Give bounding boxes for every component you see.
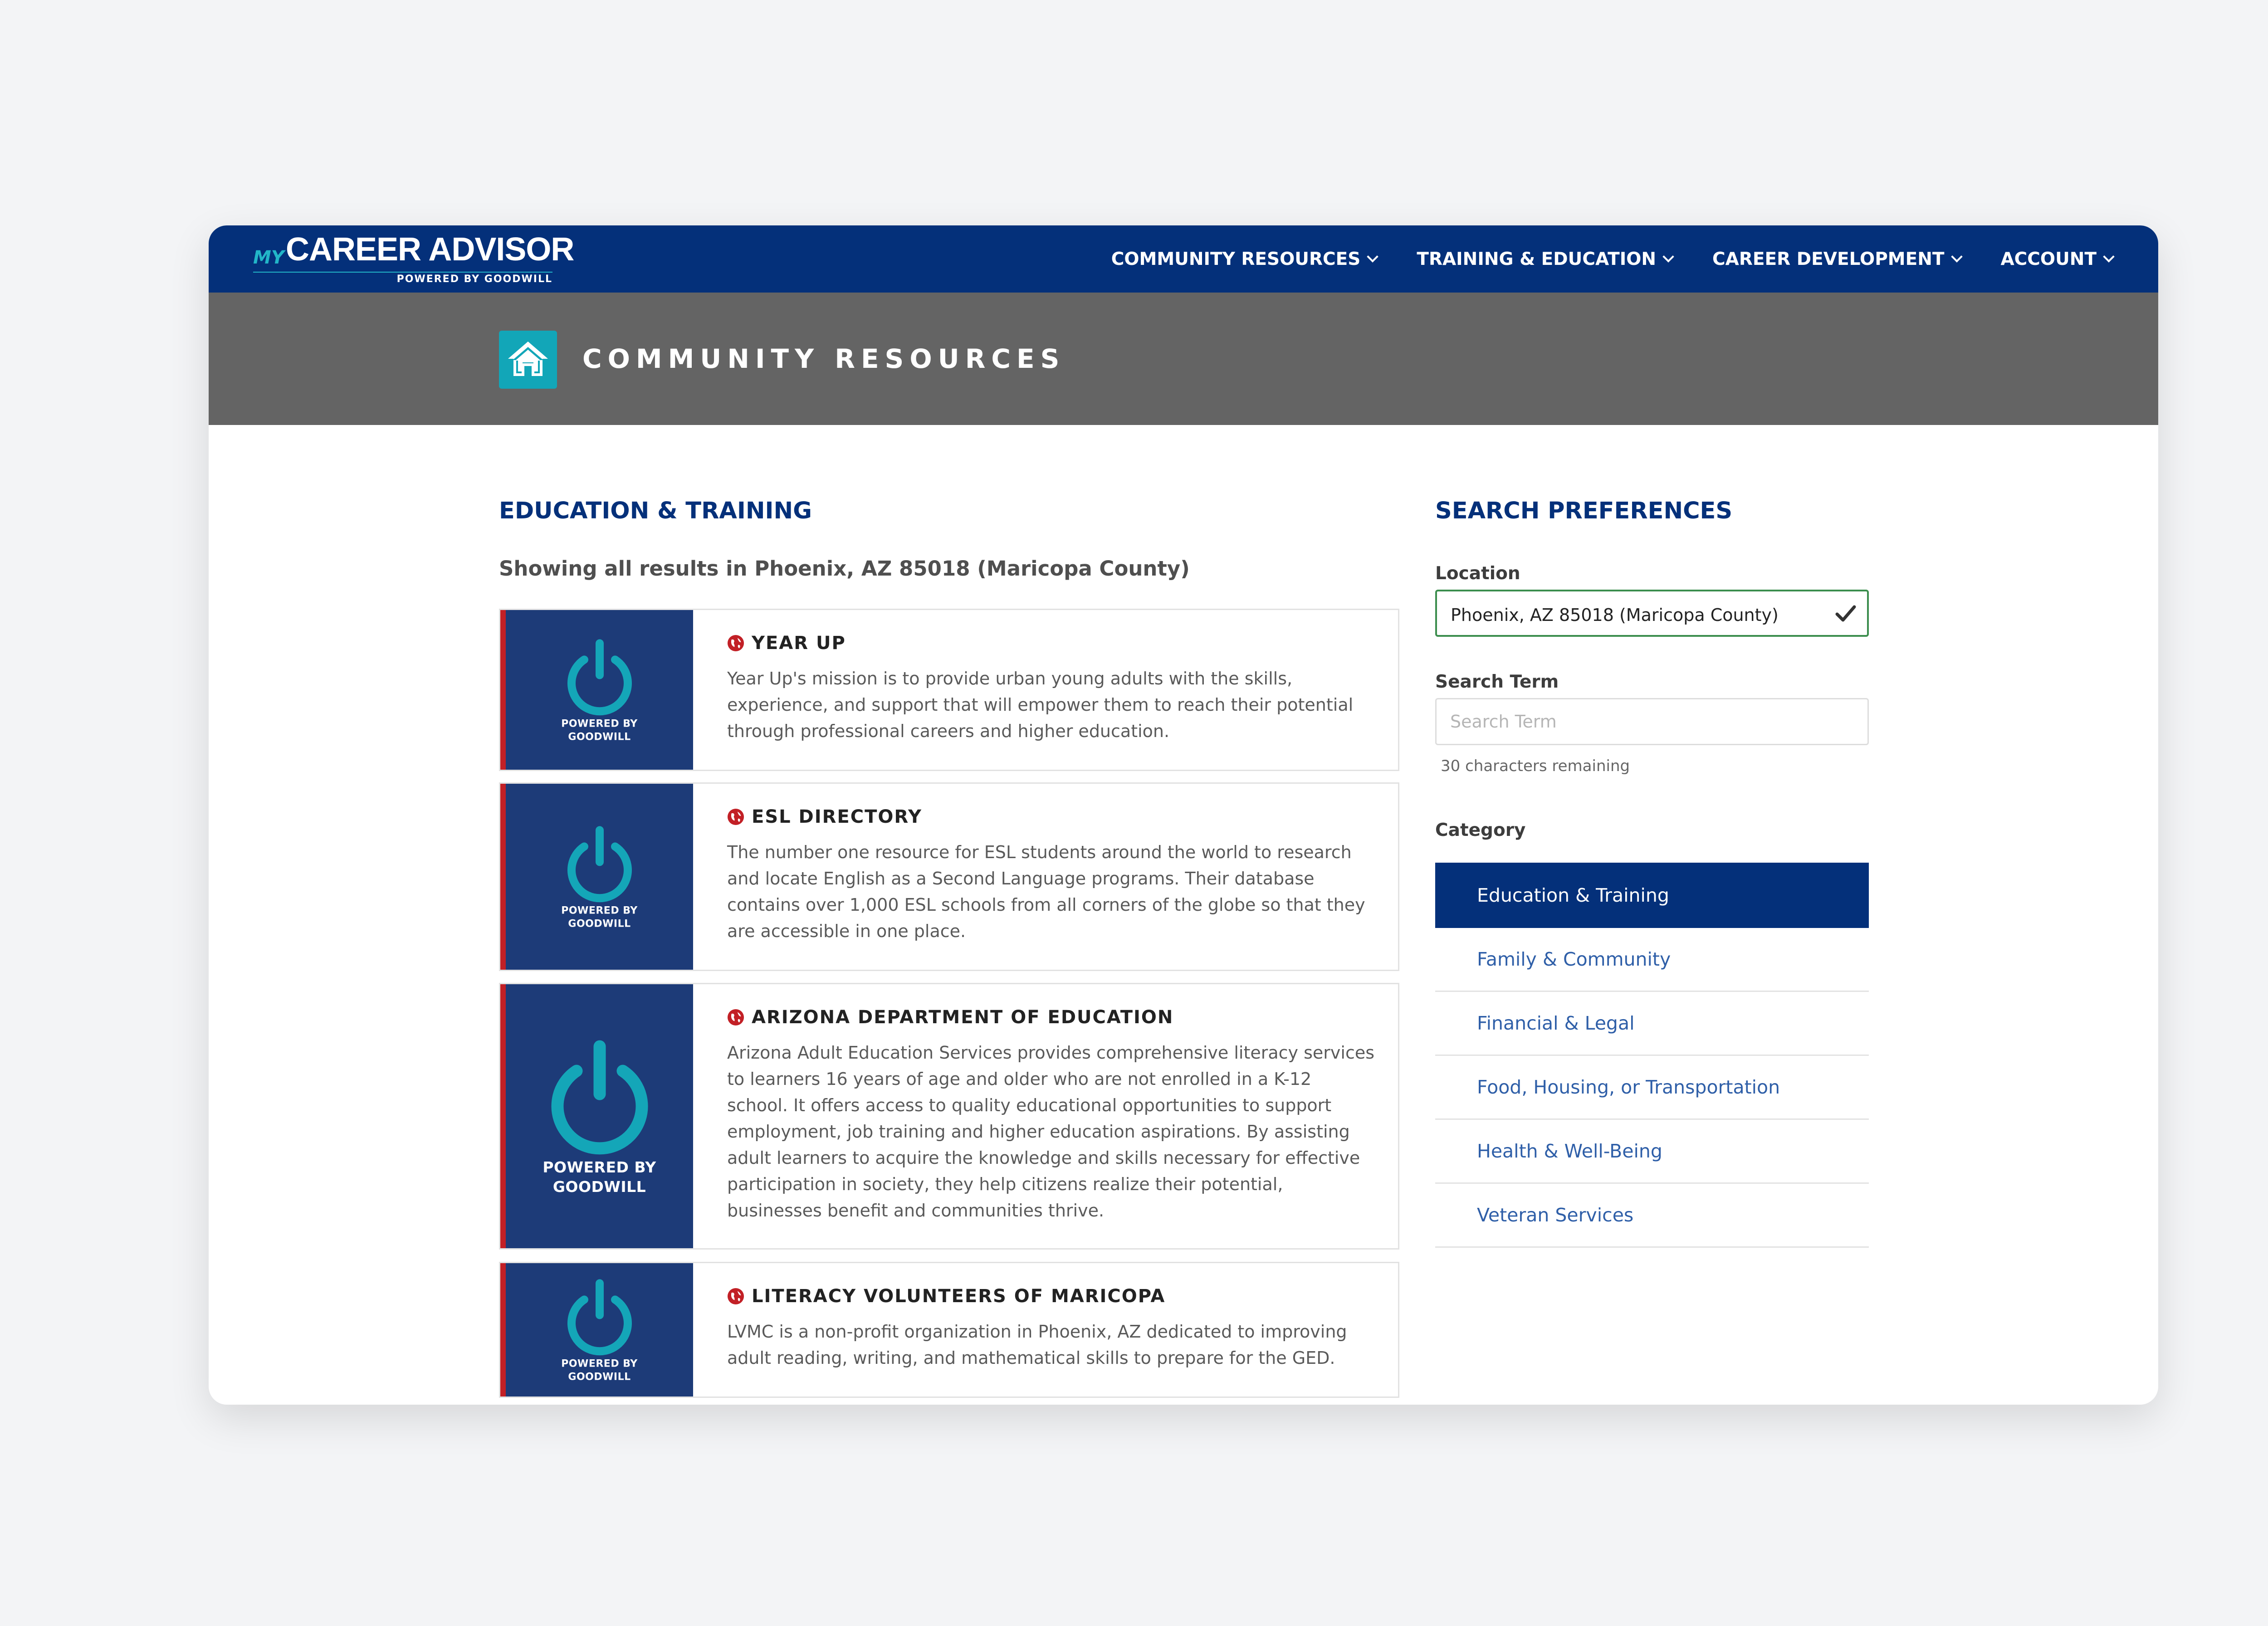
resource-description: LVMC is a non-profit organization in Pho… [727, 1322, 1347, 1368]
resource-card[interactable]: POWERED BY GOODWILL ESL DIRECTORY The nu… [499, 782, 1399, 971]
resource-title-row: ARIZONA DEPARTMENT OF EDUCATION [727, 1007, 1375, 1028]
resource-body: YEAR UP Year Up's mission is to provide … [727, 633, 1375, 744]
resource-description: Arizona Adult Education Services provide… [727, 1043, 1375, 1221]
resource-title-row: YEAR UP [727, 633, 1375, 654]
nav-label: CAREER DEVELOPMENT [1712, 249, 1945, 269]
house-icon [499, 331, 557, 389]
resource-body: ESL DIRECTORY The number one resource fo… [727, 806, 1375, 944]
checkmark-icon [1835, 605, 1856, 622]
resource-thumbnail: POWERED BY GOODWILL [500, 984, 693, 1248]
section-title: EDUCATION & TRAINING [499, 498, 812, 524]
logo-name-text: CAREER ADVISOR [286, 231, 574, 268]
category-financial-legal[interactable]: Financial & Legal [1435, 992, 1869, 1056]
globe-icon [727, 635, 744, 652]
thumb-caption-line1: POWERED BY [561, 718, 638, 730]
globe-icon [727, 1009, 744, 1026]
category-family-community[interactable]: Family & Community [1435, 928, 1869, 992]
characters-remaining: 30 characters remaining [1441, 757, 1630, 775]
globe-icon [727, 1288, 744, 1305]
results-summary: Showing all results in Phoenix, AZ 85018… [499, 557, 1190, 581]
resource-thumbnail: POWERED BY GOODWILL [500, 610, 693, 770]
thumb-caption-line2: GOODWILL [552, 1178, 646, 1196]
thumb-caption-line2: GOODWILL [568, 731, 631, 742]
thumb-caption-line1: POWERED BY [543, 1158, 656, 1177]
site-logo[interactable]: MY CAREER ADVISOR POWERED BY GOODWILL [253, 229, 574, 288]
main-menu: COMMUNITY RESOURCES TRAINING & EDUCATION… [1111, 225, 2115, 293]
top-navigation: MY CAREER ADVISOR POWERED BY GOODWILL CO… [209, 225, 2158, 293]
resource-title[interactable]: ARIZONA DEPARTMENT OF EDUCATION [752, 1007, 1173, 1028]
resource-title[interactable]: YEAR UP [752, 633, 846, 654]
power-icon [551, 1040, 648, 1155]
location-value: Phoenix, AZ 85018 (Maricopa County) [1451, 605, 1779, 625]
category-education-training[interactable]: Education & Training [1435, 863, 1869, 928]
thumb-caption-line1: POWERED BY [561, 1358, 638, 1370]
resource-title-row: LITERACY VOLUNTEERS OF MARICOPA [727, 1286, 1375, 1307]
resource-card[interactable]: POWERED BY GOODWILL LITERACY VOLUNTEERS … [499, 1262, 1399, 1398]
nav-account[interactable]: ACCOUNT [2000, 249, 2115, 269]
thumb-caption-line2: GOODWILL [568, 918, 631, 929]
resource-body: LITERACY VOLUNTEERS OF MARICOPA LVMC is … [727, 1286, 1375, 1371]
chevron-down-icon [1950, 251, 1963, 263]
resource-title[interactable]: ESL DIRECTORY [752, 806, 922, 827]
logo-rule [253, 272, 552, 273]
nav-training-education[interactable]: TRAINING & EDUCATION [1417, 249, 1674, 269]
logo-my-text: MY [253, 247, 284, 268]
page-banner: COMMUNITY RESOURCES [209, 293, 2158, 425]
nav-label: TRAINING & EDUCATION [1417, 249, 1657, 269]
chevron-down-icon [1367, 251, 1379, 263]
nav-label: ACCOUNT [2000, 249, 2097, 269]
search-term-label: Search Term [1435, 672, 1559, 692]
category-veteran-services[interactable]: Veteran Services [1435, 1184, 1869, 1248]
chevron-down-icon [2103, 251, 2115, 263]
resource-card[interactable]: POWERED BY GOODWILL YEAR UP Year Up's mi… [499, 609, 1399, 771]
page-title: COMMUNITY RESOURCES [582, 343, 1066, 374]
resource-description: Year Up's mission is to provide urban yo… [727, 669, 1354, 741]
logo-tagline: POWERED BY GOODWILL [396, 273, 552, 285]
search-term-input[interactable] [1435, 698, 1869, 745]
app-window: MY CAREER ADVISOR POWERED BY GOODWILL CO… [209, 225, 2158, 1405]
resource-title-row: ESL DIRECTORY [727, 806, 1375, 827]
power-icon [567, 1279, 632, 1356]
category-food-housing-transportation[interactable]: Food, Housing, or Transportation [1435, 1056, 1869, 1120]
thumb-caption-line2: GOODWILL [568, 1371, 631, 1382]
resource-card[interactable]: POWERED BY GOODWILL ARIZONA DEPARTMENT O… [499, 983, 1399, 1250]
category-health-well-being[interactable]: Health & Well-Being [1435, 1120, 1869, 1184]
resource-description: The number one resource for ESL students… [727, 842, 1365, 941]
resource-thumbnail: POWERED BY GOODWILL [500, 784, 693, 970]
location-label: Location [1435, 563, 1520, 584]
category-label: Category [1435, 820, 1526, 840]
resource-title[interactable]: LITERACY VOLUNTEERS OF MARICOPA [752, 1286, 1165, 1307]
nav-community-resources[interactable]: COMMUNITY RESOURCES [1111, 249, 1379, 269]
search-preferences-title: SEARCH PREFERENCES [1435, 498, 1733, 524]
power-icon [567, 639, 632, 716]
resource-body: ARIZONA DEPARTMENT OF EDUCATION Arizona … [727, 1007, 1375, 1224]
location-field[interactable]: Phoenix, AZ 85018 (Maricopa County) [1435, 590, 1869, 637]
power-icon [567, 826, 632, 903]
resource-thumbnail: POWERED BY GOODWILL [500, 1263, 693, 1397]
chevron-down-icon [1662, 251, 1674, 263]
category-list: Education & Training Family & Community … [1435, 863, 1869, 1248]
globe-icon [727, 808, 744, 825]
nav-career-development[interactable]: CAREER DEVELOPMENT [1712, 249, 1963, 269]
thumb-caption-line1: POWERED BY [561, 905, 638, 917]
nav-label: COMMUNITY RESOURCES [1111, 249, 1361, 269]
